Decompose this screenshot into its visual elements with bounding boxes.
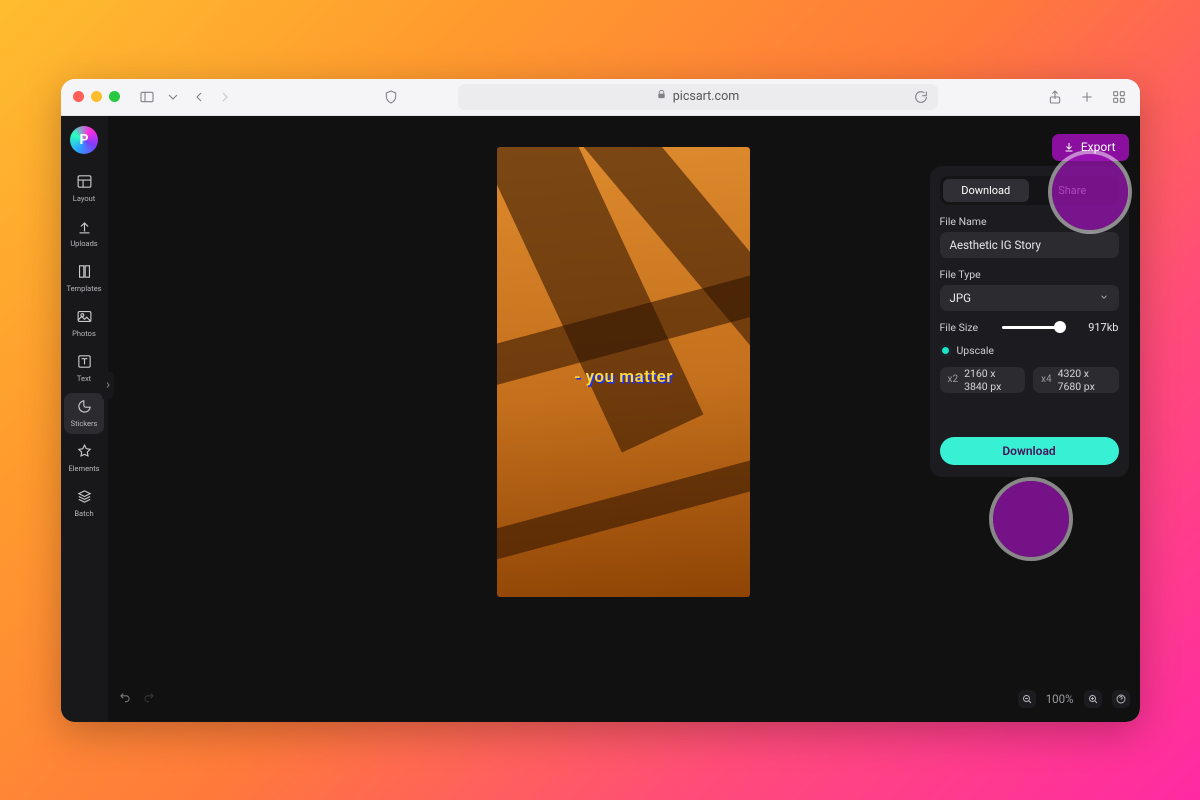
canvas-overlay-text[interactable]: - you matter [497,367,750,387]
sidebar-item-label: Templates [66,284,101,293]
text-icon [75,353,93,371]
address-bar[interactable]: picsart.com [458,84,938,110]
upscale-dimensions: 4320 x 7680 px [1058,367,1111,393]
browser-window: picsart.com P Layout [61,79,1140,722]
maximize-window-button[interactable] [109,91,120,102]
redo-button[interactable] [142,690,156,707]
sidebar-item-label: Stickers [71,419,98,428]
file-name-input[interactable]: Aesthetic IG Story [940,232,1119,258]
app-logo[interactable]: P [70,126,98,154]
upscale-label: Upscale [957,344,994,357]
upscale-multiplier: x4 [1041,374,1052,385]
sidebar-item-elements[interactable]: Elements [64,438,104,479]
tab-download[interactable]: Download [943,179,1030,202]
file-type-value: JPG [950,291,971,305]
sidebar-item-label: Text [77,374,91,383]
undo-button[interactable] [118,690,132,707]
zoom-out-button[interactable] [1018,690,1036,708]
lock-icon [656,89,667,104]
zoom-value: 100% [1046,692,1074,706]
templates-icon [75,263,93,281]
elements-icon [75,443,93,461]
chevron-down-icon [1099,291,1109,305]
upscale-dimensions: 2160 x 3840 px [964,367,1017,393]
sidebar-item-label: Layout [73,194,95,203]
batch-icon [75,488,93,506]
sidebar-item-label: Photos [72,329,96,338]
download-button[interactable]: Download [940,437,1119,465]
story-canvas[interactable]: - you matter [497,147,750,597]
zoom-in-button[interactable] [1084,690,1102,708]
upscale-toggle[interactable]: Upscale [940,344,1119,357]
sidebar-item-stickers[interactable]: Stickers [64,393,104,434]
file-size-row: File Size 917kb [940,321,1119,334]
upscale-indicator-icon [940,345,951,356]
upscale-multiplier: x2 [948,374,959,385]
left-sidebar: P Layout Uploads Templates Photos Text [61,116,108,722]
nav-forward-button[interactable] [216,88,234,106]
upscale-options: x2 2160 x 3840 px x4 4320 x 7680 px [940,367,1119,393]
tab-share[interactable]: Share [1029,179,1116,202]
export-panel: Download Share File Name Aesthetic IG St… [930,166,1129,477]
app-area: P Layout Uploads Templates Photos Text [61,116,1140,722]
refresh-icon[interactable] [912,88,930,106]
stickers-icon [75,398,93,416]
sidebar-item-uploads[interactable]: Uploads [64,213,104,254]
file-type-select[interactable]: JPG [940,285,1119,311]
layout-icon [75,173,93,191]
file-name-value: Aesthetic IG Story [950,238,1041,252]
file-size-value: 917kb [1079,321,1119,334]
sidebar-item-batch[interactable]: Batch [64,483,104,524]
privacy-shield-icon[interactable] [382,88,400,106]
photos-icon [75,308,93,326]
bottom-bar: 100% [118,685,1130,713]
help-button[interactable] [1112,690,1130,708]
sidebar-item-label: Batch [74,509,93,518]
toolbar-dropdown-icon[interactable] [164,88,182,106]
sidebar-item-text[interactable]: Text [64,348,104,389]
browser-toolbar: picsart.com [61,79,1140,116]
nav-back-button[interactable] [190,88,208,106]
upscale-option-x2[interactable]: x2 2160 x 3840 px [940,367,1026,393]
sidebar-item-label: Elements [68,464,99,473]
upscale-option-x4[interactable]: x4 4320 x 7680 px [1033,367,1119,393]
download-button-label: Download [1002,444,1055,458]
sidebar-item-templates[interactable]: Templates [64,258,104,299]
sidebar-toggle-icon[interactable] [138,88,156,106]
sidebar-item-photos[interactable]: Photos [64,303,104,344]
sidebar-item-layout[interactable]: Layout [64,168,104,209]
file-size-label: File Size [940,321,988,334]
export-tabs: Download Share [940,176,1119,205]
export-button-label: Export [1081,140,1116,154]
upload-icon [75,218,93,236]
new-tab-icon[interactable] [1078,88,1096,106]
file-type-label: File Type [940,268,1119,281]
window-controls [73,91,120,102]
file-size-slider[interactable] [1002,326,1065,329]
sidebar-item-label: Uploads [70,239,97,248]
minimize-window-button[interactable] [91,91,102,102]
tab-overview-icon[interactable] [1110,88,1128,106]
file-name-label: File Name [940,215,1119,228]
export-button[interactable]: Export [1052,134,1129,161]
share-icon[interactable] [1046,88,1064,106]
address-text: picsart.com [673,89,739,104]
download-icon [1063,141,1075,153]
close-window-button[interactable] [73,91,84,102]
